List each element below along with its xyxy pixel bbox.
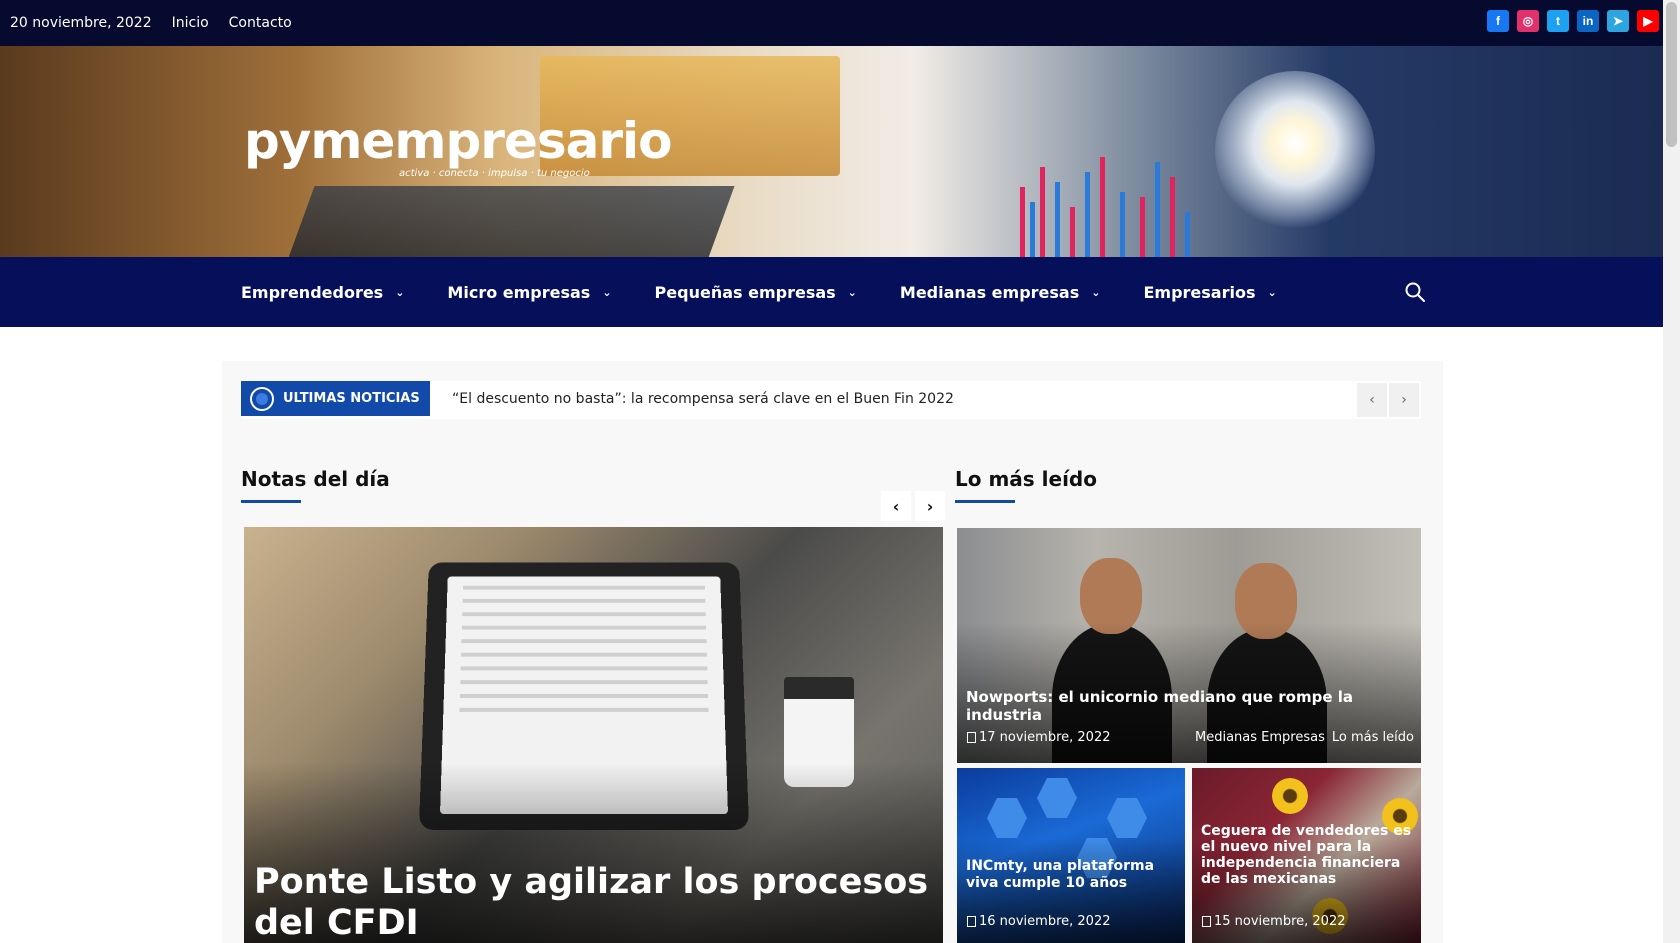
- clock-icon: [967, 732, 976, 743]
- nav-item-label: Emprendedores: [241, 282, 384, 302]
- site-logo[interactable]: pymempresario activa · conecta · impulsa…: [244, 112, 673, 179]
- section-title-underline: [955, 500, 1015, 503]
- card-date-text: 16 noviembre, 2022: [979, 914, 1111, 929]
- card-date-text: 17 noviembre, 2022: [979, 730, 1111, 745]
- ticker-headline[interactable]: “El descuento no basta”: la recompensa s…: [452, 381, 954, 416]
- ticker-label-text: ULTIMAS NOTICIAS: [283, 391, 420, 406]
- banner-lightbulb-image: [1215, 71, 1375, 231]
- card-date: 15 noviembre, 2022: [1202, 914, 1346, 929]
- twitter-icon[interactable]: t: [1547, 10, 1569, 32]
- chevron-down-icon: ⌄: [1091, 285, 1101, 299]
- section-title-notas: Notas del día: [241, 467, 390, 503]
- card-title[interactable]: INCmty, una plataforma viva cumple 10 añ…: [966, 858, 1176, 892]
- chevron-down-icon: ⌄: [847, 285, 857, 299]
- category-link[interactable]: Lo más leído: [1332, 730, 1414, 745]
- nav-item-label: Micro empresas: [447, 282, 591, 302]
- section-title-text: Lo más leído: [955, 467, 1097, 491]
- link-inicio[interactable]: Inicio: [172, 15, 209, 31]
- telegram-icon[interactable]: ➤: [1607, 10, 1629, 32]
- current-date: 20 noviembre, 2022: [10, 15, 152, 31]
- card-photo-hexagon: [1037, 778, 1077, 818]
- nav-items: Emprendedores ⌄ Micro empresas ⌄ Pequeñas …: [241, 257, 1320, 327]
- card-date-text: 15 noviembre, 2022: [1214, 914, 1346, 929]
- page-scrollbar[interactable]: [1663, 0, 1680, 943]
- notas-next-button[interactable]: ›: [915, 491, 945, 521]
- facebook-icon[interactable]: f: [1487, 10, 1509, 32]
- search-icon[interactable]: [1403, 280, 1427, 304]
- section-title-underline: [241, 500, 301, 503]
- notas-prev-button[interactable]: ‹: [881, 491, 911, 521]
- top-bar: 20 noviembre, 2022 Inicio Contacto f ◎ t…: [0, 0, 1663, 46]
- social-links: f ◎ t in ➤ ▶: [1487, 10, 1659, 32]
- nav-item-pequenas-empresas[interactable]: Pequeñas empresas ⌄: [655, 283, 857, 302]
- most-read-card-3[interactable]: Ceguera de vendedores es el nuevo nivel …: [1192, 768, 1421, 943]
- link-contacto[interactable]: Contacto: [229, 15, 292, 31]
- card-categories: Medianas Empresas Lo más leído: [1195, 730, 1414, 745]
- nav-item-label: Pequeñas empresas: [654, 282, 836, 302]
- scrollbar-thumb[interactable]: [1666, 2, 1677, 147]
- clock-icon: [967, 916, 976, 927]
- nav-item-micro-empresas[interactable]: Micro empresas ⌄: [447, 283, 611, 302]
- chevron-down-icon: ⌄: [1267, 285, 1277, 299]
- header-banner: pymempresario activa · conecta · impulsa…: [0, 46, 1663, 257]
- instagram-icon[interactable]: ◎: [1517, 10, 1539, 32]
- card-photo-flower: [1272, 778, 1308, 814]
- nav-item-label: Empresarios: [1143, 282, 1256, 302]
- category-link[interactable]: Medianas Empresas: [1195, 730, 1325, 745]
- card-photo-hexagon: [987, 798, 1027, 838]
- youtube-icon[interactable]: ▶: [1637, 10, 1659, 32]
- nav-item-medianas-empresas[interactable]: Medianas empresas ⌄: [900, 283, 1101, 302]
- card-date: 16 noviembre, 2022: [967, 914, 1111, 929]
- card-title[interactable]: Ceguera de vendedores es el nuevo nivel …: [1201, 823, 1413, 887]
- notas-slider-arrows: ‹ ›: [881, 491, 945, 521]
- logo-wordmark: pymempresario: [244, 112, 673, 170]
- live-indicator-icon: [250, 386, 274, 411]
- ticker-label: ULTIMAS NOTICIAS: [241, 381, 430, 416]
- linkedin-icon[interactable]: in: [1577, 10, 1599, 32]
- section-title-leido: Lo más leído: [955, 467, 1097, 503]
- ticker-next-button[interactable]: ›: [1389, 383, 1419, 417]
- section-title-text: Notas del día: [241, 467, 390, 491]
- nav-item-label: Medianas empresas: [899, 282, 1080, 302]
- card-photo-hexagon: [1107, 798, 1147, 838]
- card-title[interactable]: Nowports: el unicornio mediano que rompe…: [966, 688, 1416, 724]
- news-ticker: ULTIMAS NOTICIAS “El descuento no basta”…: [241, 381, 1421, 419]
- clock-icon: [1202, 916, 1211, 927]
- chevron-down-icon: ⌄: [395, 285, 405, 299]
- main-nav: Emprendedores ⌄ Micro empresas ⌄ Pequeñas …: [0, 257, 1663, 327]
- nav-item-empresarios[interactable]: Empresarios ⌄: [1143, 283, 1276, 302]
- most-read-card-2[interactable]: INCmty, una plataforma viva cumple 10 añ…: [957, 768, 1185, 943]
- chevron-down-icon: ⌄: [602, 285, 612, 299]
- card-date: 17 noviembre, 2022: [967, 730, 1111, 745]
- nav-item-emprendedores[interactable]: Emprendedores ⌄: [241, 283, 404, 302]
- feature-article-title[interactable]: Ponte Listo y agilizar los procesos del …: [254, 862, 934, 943]
- ticker-arrows: ‹ ›: [1357, 383, 1419, 417]
- most-read-card-1[interactable]: Nowports: el unicornio mediano que rompe…: [957, 528, 1421, 763]
- banner-laptop-image: [285, 186, 735, 257]
- feature-article-card[interactable]: Ponte Listo y agilizar los procesos del …: [244, 527, 943, 943]
- ticker-prev-button[interactable]: ‹: [1357, 383, 1387, 417]
- top-bar-left: 20 noviembre, 2022 Inicio Contacto: [10, 0, 312, 46]
